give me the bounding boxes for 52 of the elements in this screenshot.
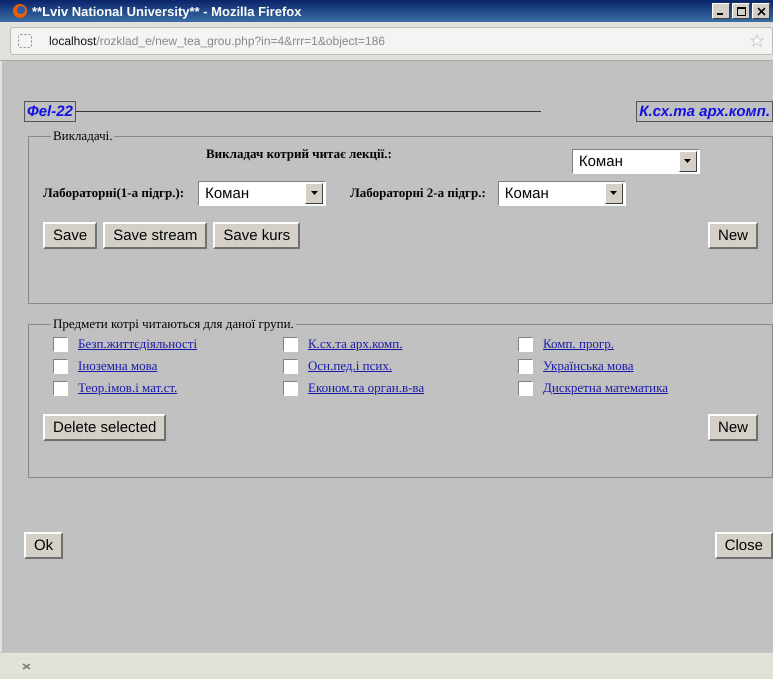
- subject-link[interactable]: Українська мова: [543, 358, 634, 374]
- panel-legend: Викладачі.: [51, 128, 114, 144]
- subject-link[interactable]: Безп.життєдіяльності: [78, 336, 198, 352]
- close-icon: [756, 6, 766, 16]
- new-button[interactable]: New: [708, 414, 758, 441]
- browser-logo-icon: [12, 3, 28, 19]
- subject-link[interactable]: Економ.та орган.в-ва: [308, 380, 424, 396]
- ok-button[interactable]: Ok: [24, 532, 64, 559]
- dropdown-arrow-icon: [310, 191, 318, 195]
- address-field[interactable]: localhost/rozklad_e/new_tea_grou.php?in=4&rrr=1&object=186: [10, 27, 773, 55]
- subject-link[interactable]: Іноземна мова: [78, 358, 158, 374]
- window-title: **Lviv National University** - Mozilla Firefox: [32, 4, 302, 18]
- checkbox[interactable]: [53, 336, 68, 352]
- save-button[interactable]: Save: [43, 222, 98, 249]
- teacher-dropdown[interactable]: Коман: [498, 180, 626, 206]
- checkbox[interactable]: [518, 336, 533, 352]
- star-icon[interactable]: [750, 34, 764, 48]
- subject-link[interactable]: Комп. прогр.: [543, 336, 614, 352]
- checkbox[interactable]: [283, 358, 298, 374]
- subject-link[interactable]: Дискретна математика: [543, 380, 668, 396]
- minimize-button[interactable]: [712, 3, 730, 19]
- checkbox[interactable]: [53, 358, 68, 374]
- subject-link[interactable]: Осн.пед.і псих.: [308, 358, 392, 374]
- checkbox[interactable]: [53, 380, 68, 396]
- field-label: Викладач котрий читає лекції.:: [206, 146, 392, 162]
- url-path: /rozklad_e/new_tea_grou.php?in=4&rrr=1&object=186: [96, 34, 386, 48]
- save-button[interactable]: Save stream: [103, 222, 208, 249]
- field-label: Лабораторні(1-а підгр.):: [43, 185, 184, 201]
- url-host: localhost: [49, 34, 96, 48]
- save-button[interactable]: Save kurs: [213, 222, 300, 249]
- checkbox[interactable]: [518, 380, 533, 396]
- subject-link[interactable]: Теор.імов.і мат.ст.: [78, 380, 178, 396]
- delete-button[interactable]: Delete selected: [43, 414, 166, 441]
- checkbox[interactable]: [283, 336, 298, 352]
- checkbox[interactable]: [518, 358, 533, 374]
- subject-name: К.сх.та арх.комп.: [636, 101, 773, 122]
- teacher-dropdown[interactable]: Коман: [572, 148, 700, 174]
- teacher-dropdown[interactable]: Коман: [198, 180, 326, 206]
- site-identity-icon: [17, 33, 33, 49]
- group-name: Фel-22: [24, 101, 76, 122]
- panel-legend: Предмети котрі читаються для даної групи.: [51, 316, 296, 332]
- maximize-button[interactable]: [732, 3, 750, 19]
- close-icon[interactable]: [22, 662, 31, 670]
- window-close-button[interactable]: [752, 3, 770, 19]
- close-button[interactable]: Close: [714, 532, 773, 559]
- checkbox[interactable]: [283, 380, 298, 396]
- maximize-icon: [736, 6, 746, 16]
- subject-link[interactable]: К.сх.та арх.комп.: [308, 336, 402, 352]
- field-label: Лабораторні 2-а підгр.:: [350, 185, 486, 201]
- dropdown-arrow-icon: [684, 159, 692, 163]
- new-button[interactable]: New: [708, 222, 758, 249]
- dropdown-arrow-icon: [610, 191, 618, 195]
